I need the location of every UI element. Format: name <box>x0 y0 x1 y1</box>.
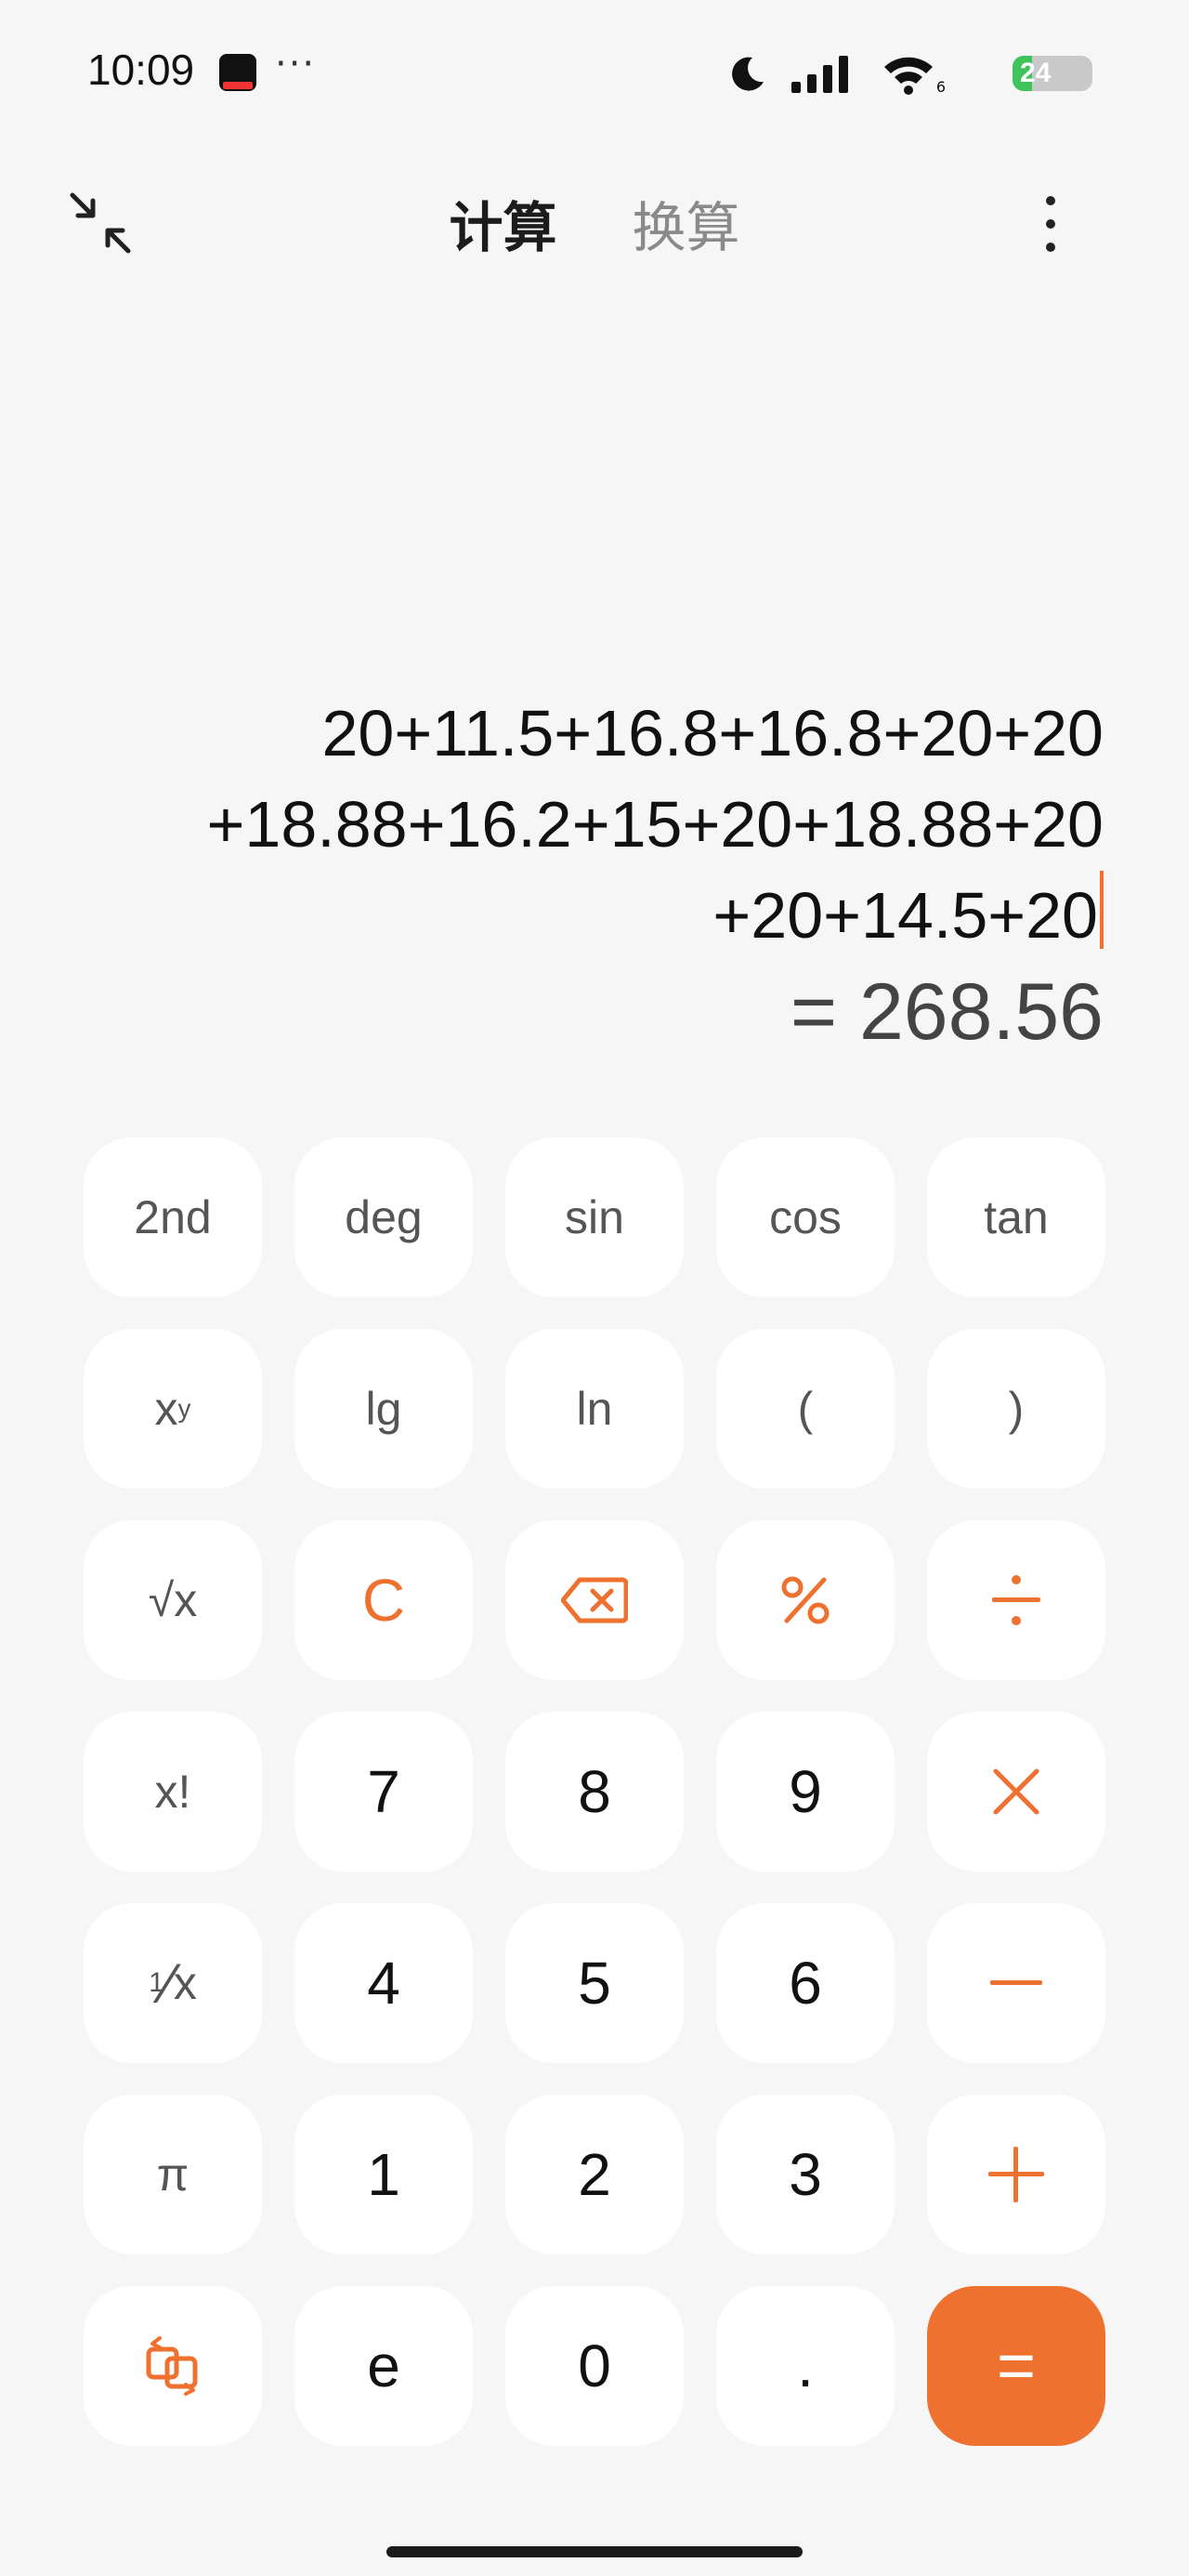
close-paren-button[interactable]: ) <box>927 1329 1105 1489</box>
percent-button[interactable] <box>716 1520 895 1680</box>
battery-level-text: 24 <box>1020 58 1052 88</box>
cellular-signal-icon <box>791 56 848 93</box>
tab-calculate[interactable]: 计算 <box>449 184 556 262</box>
digit-2-button[interactable]: 2 <box>505 2095 684 2254</box>
square-root-button[interactable]: √x <box>84 1520 262 1680</box>
cos-button[interactable]: cos <box>716 1137 895 1297</box>
calculator-screen: 10:09 ··· 6 24 计算 换算 20+11.5+16.8+16.8+2… <box>0 0 1189 2576</box>
expression-display[interactable]: 20+11.5+16.8+16.8+20+20 +18.88+16.2+15+2… <box>45 688 1104 961</box>
do-not-disturb-moon-icon <box>732 57 764 91</box>
tab-convert[interactable]: 换算 <box>633 184 740 262</box>
deg-button[interactable]: deg <box>294 1137 473 1297</box>
text-cursor <box>1100 871 1104 949</box>
divide-icon <box>992 1575 1040 1625</box>
wifi-band-label: 6 <box>935 78 946 96</box>
switch-mode-button[interactable] <box>84 2286 262 2446</box>
power-button[interactable]: xy <box>84 1329 262 1489</box>
battery-charging-icon <box>1087 72 1092 85</box>
mode-tabs: 计算 换算 <box>0 184 1189 262</box>
backspace-button[interactable] <box>505 1520 684 1680</box>
digit-6-button[interactable]: 6 <box>716 1903 895 2063</box>
fraction-slash-icon: ⁄ <box>163 1952 174 2015</box>
backspace-icon <box>561 1577 628 1623</box>
digit-0-button[interactable]: 0 <box>505 2286 684 2446</box>
result-display: = 268.56 <box>790 967 1104 1057</box>
digit-3-button[interactable]: 3 <box>716 2095 895 2254</box>
keypad: 2nd deg sin cos tan xy lg ln ( ) √x C x!… <box>84 1137 1105 2446</box>
tiktok-notification-icon <box>219 54 256 91</box>
digit-1-button[interactable]: 1 <box>294 2095 473 2254</box>
reciprocal-button[interactable]: 1 ⁄ x <box>84 1903 262 2063</box>
equals-button[interactable]: = <box>927 2286 1105 2446</box>
decimal-point-button[interactable]: . <box>716 2286 895 2446</box>
multiply-button[interactable] <box>927 1712 1105 1872</box>
digit-4-button[interactable]: 4 <box>294 1903 473 2063</box>
plus-icon <box>988 2147 1044 2202</box>
expression-line: +20+14.5+20 <box>712 879 1098 952</box>
status-more-icon: ··· <box>275 43 317 85</box>
digit-5-button[interactable]: 5 <box>505 1903 684 2063</box>
lg-button[interactable]: lg <box>294 1329 473 1489</box>
sin-button[interactable]: sin <box>505 1137 684 1297</box>
home-indicator[interactable] <box>386 2546 803 2557</box>
expression-line: +18.88+16.2+15+20+18.88+20 <box>206 788 1104 861</box>
factorial-button[interactable]: x! <box>84 1712 262 1872</box>
status-bar: 10:09 ··· 6 24 <box>0 0 1189 149</box>
open-paren-button[interactable]: ( <box>716 1329 895 1489</box>
divide-button[interactable] <box>927 1520 1105 1680</box>
power-base: x <box>154 1383 178 1435</box>
add-button[interactable] <box>927 2095 1105 2254</box>
status-time: 10:09 <box>87 46 195 94</box>
expression-line-last: +20+14.5+20 <box>45 870 1104 961</box>
ln-button[interactable]: ln <box>505 1329 684 1489</box>
euler-e-button[interactable]: e <box>294 2286 473 2446</box>
more-options-icon[interactable] <box>1037 191 1065 256</box>
battery-icon: 24 <box>1013 56 1092 91</box>
reciprocal-numerator: 1 <box>149 1967 164 1998</box>
clear-button[interactable]: C <box>294 1520 473 1680</box>
wifi-icon <box>884 57 933 95</box>
expression-line: 20+11.5+16.8+16.8+20+20 <box>321 697 1104 769</box>
percent-icon <box>781 1576 830 1624</box>
power-exponent: y <box>177 1394 191 1423</box>
second-function-button[interactable]: 2nd <box>84 1137 262 1297</box>
subtract-button[interactable] <box>927 1903 1105 2063</box>
multiply-icon <box>993 1768 1039 1815</box>
pi-button[interactable]: π <box>84 2095 262 2254</box>
digit-8-button[interactable]: 8 <box>505 1712 684 1872</box>
tan-button[interactable]: tan <box>927 1137 1105 1297</box>
minus-icon <box>990 1980 1042 1985</box>
reciprocal-denominator: x <box>173 1957 197 2009</box>
status-indicators: 6 24 <box>619 50 1102 97</box>
switch-mode-icon <box>146 2336 198 2396</box>
digit-9-button[interactable]: 9 <box>716 1712 895 1872</box>
digit-7-button[interactable]: 7 <box>294 1712 473 1872</box>
